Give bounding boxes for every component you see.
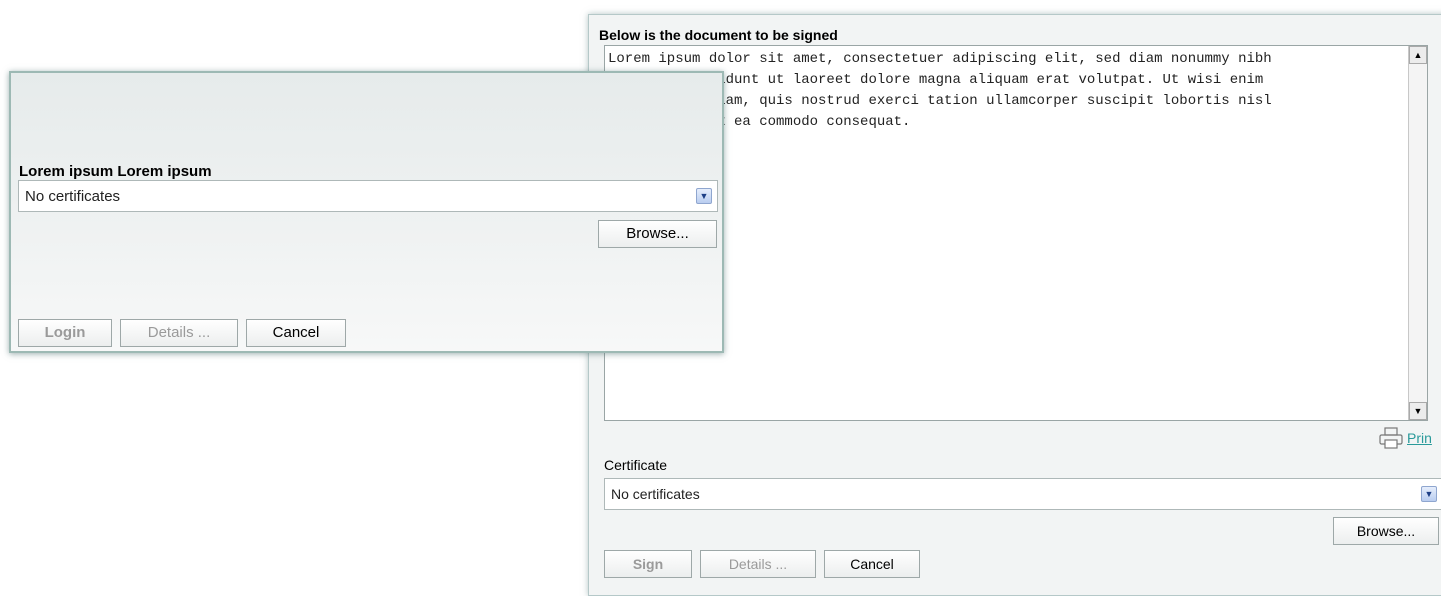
certificate-select[interactable]: No certificates ▼ [604, 478, 1441, 510]
chevron-down-icon[interactable]: ▼ [696, 188, 712, 204]
browse-button[interactable]: Browse... [1333, 517, 1439, 545]
chevron-down-icon[interactable]: ▼ [1421, 486, 1437, 502]
printer-icon[interactable] [1379, 427, 1403, 449]
login-certificate-value: No certificates [25, 188, 121, 205]
certificate-select-value: No certificates [611, 486, 700, 502]
sign-dialog-title: Below is the document to be signed [599, 27, 838, 43]
login-certificate-select[interactable]: No certificates ▼ [18, 180, 718, 212]
login-button[interactable]: Login [18, 319, 112, 347]
login-cancel-button[interactable]: Cancel [246, 319, 346, 347]
details-button[interactable]: Details ... [700, 550, 816, 578]
login-details-button[interactable]: Details ... [120, 319, 238, 347]
document-text: Lorem ipsum dolor sit amet, consectetuer… [608, 51, 1272, 130]
document-viewer[interactable]: Lorem ipsum dolor sit amet, consectetuer… [604, 45, 1428, 421]
sign-button[interactable]: Sign [604, 550, 692, 578]
login-browse-button[interactable]: Browse... [598, 220, 717, 248]
print-link[interactable]: Prin [1407, 430, 1432, 446]
certificate-label: Certificate [604, 457, 668, 473]
cancel-button[interactable]: Cancel [824, 550, 920, 578]
print-control[interactable]: Prin [1379, 427, 1432, 449]
document-scrollbar[interactable]: ▲ ▼ [1408, 46, 1427, 420]
login-dialog: Lorem ipsum Lorem ipsum No certificates … [9, 71, 724, 353]
scroll-up-icon[interactable]: ▲ [1409, 46, 1427, 64]
login-dialog-title: Lorem ipsum Lorem ipsum [19, 163, 212, 180]
scroll-down-icon[interactable]: ▼ [1409, 402, 1427, 420]
